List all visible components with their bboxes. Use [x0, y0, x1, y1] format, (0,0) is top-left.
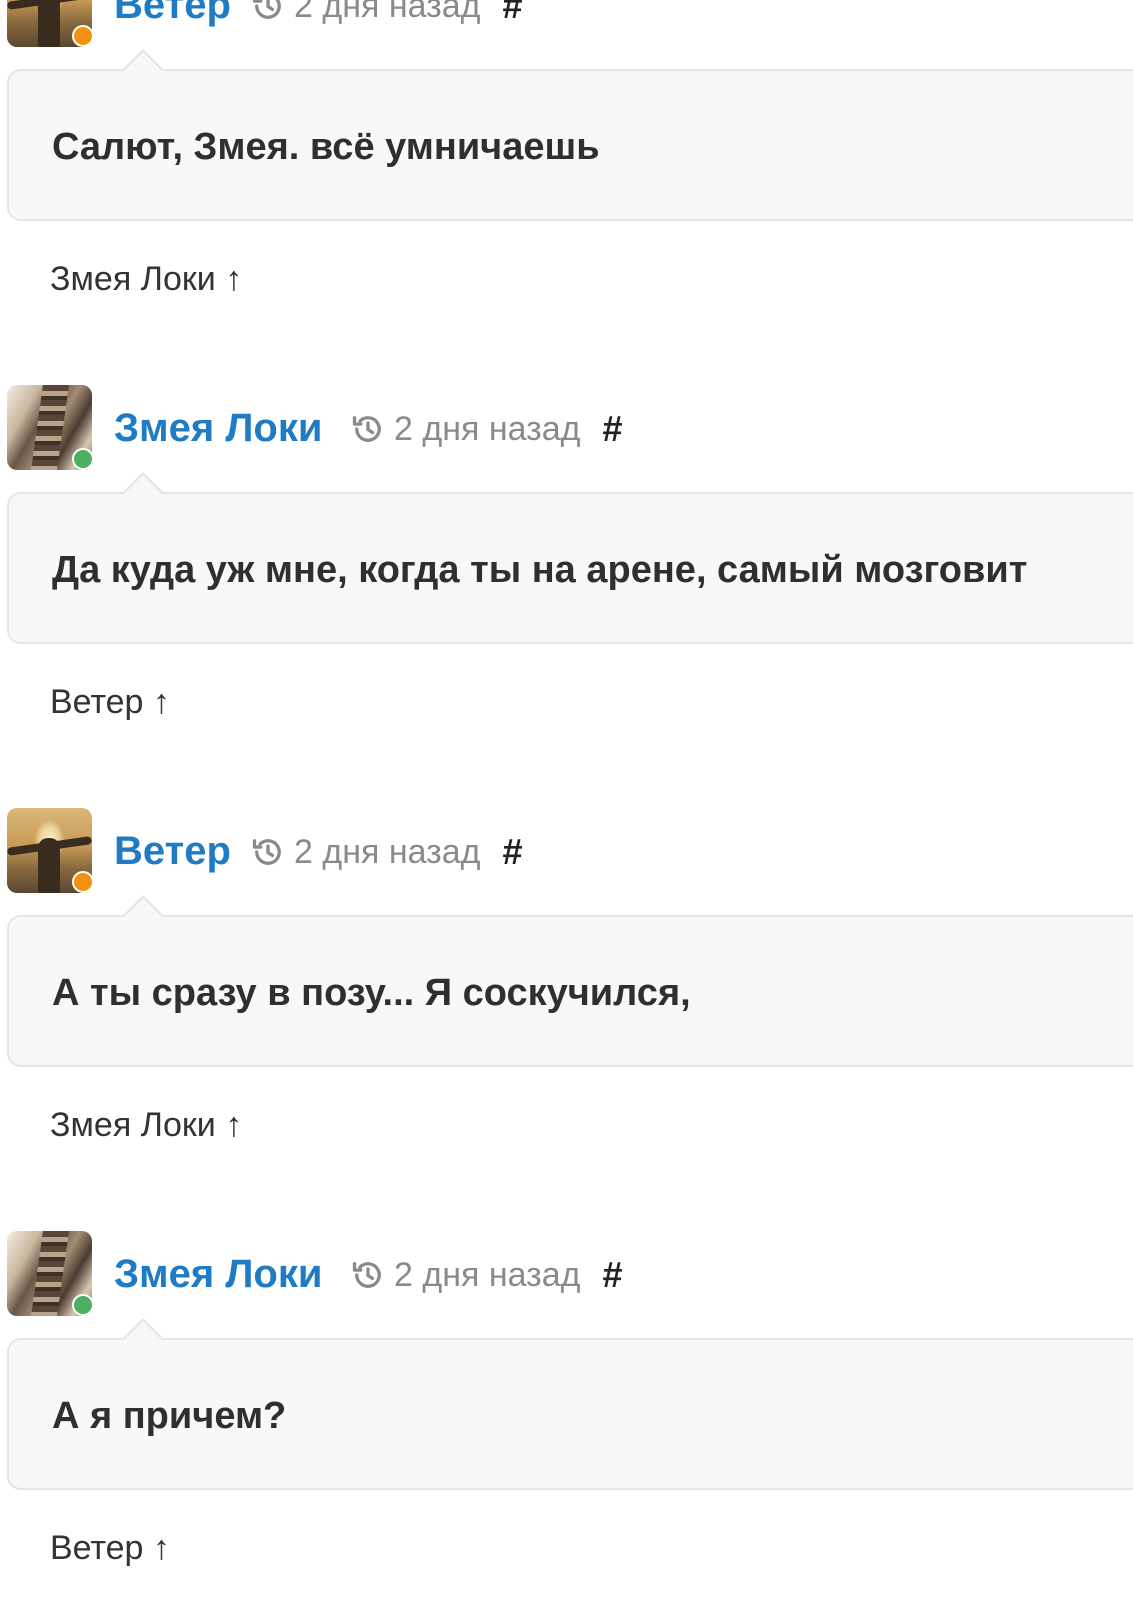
comment-text: Да куда уж мне, когда ты на арене, самый…	[52, 549, 1028, 591]
comment-header: Змея Локи 2 дня назад #	[0, 385, 1133, 471]
history-icon	[252, 0, 281, 19]
comment-time: 2 дня назад	[394, 1256, 581, 1294]
history-icon	[352, 416, 381, 442]
avatar-pattern	[31, 385, 69, 470]
permalink[interactable]: #	[602, 407, 622, 451]
reply-to-link[interactable]: Ветер ↑	[50, 1526, 170, 1570]
comment-meta: 2 дня назад #	[350, 1253, 623, 1297]
history-icon	[352, 1262, 381, 1288]
comment-meta: 2 дня назад #	[350, 407, 623, 451]
status-away-indicator	[72, 25, 94, 47]
avatar-figure	[38, 838, 60, 893]
comment-text: А ты сразу в позу... Я соскучился,	[52, 972, 691, 1014]
comment-bubble: А ты сразу в позу... Я соскучился,	[7, 895, 1133, 1067]
comment-time: 2 дня назад	[294, 0, 481, 25]
author-link[interactable]: Ветер	[114, 0, 231, 30]
bubble-tail-fill	[123, 475, 163, 495]
comment-time: 2 дня назад	[294, 833, 481, 871]
comment-bubble: Да куда уж мне, когда ты на арене, самый…	[7, 472, 1133, 644]
avatar-pattern	[31, 1231, 69, 1316]
comment-text: А я причем?	[52, 1395, 287, 1437]
reply-to-link[interactable]: Змея Локи ↑	[50, 257, 242, 301]
status-away-indicator	[72, 871, 94, 893]
bubble-tail-fill	[123, 1321, 163, 1341]
comment-time: 2 дня назад	[394, 410, 581, 448]
avatar-figure	[38, 0, 60, 47]
reply-to-link[interactable]: Змея Локи ↑	[50, 1103, 242, 1147]
comment-header: Змея Локи 2 дня назад #	[0, 1231, 1133, 1317]
author-link[interactable]: Змея Локи	[114, 1249, 322, 1299]
comment-header: Ветер 2 дня назад #	[0, 808, 1133, 894]
bubble-tail-fill	[123, 52, 163, 72]
comment-meta: 2 дня назад #	[250, 0, 523, 28]
comment-meta: 2 дня назад #	[250, 830, 523, 874]
history-icon	[252, 839, 281, 865]
permalink[interactable]: #	[502, 830, 522, 874]
comment-bubble: А я причем?	[7, 1318, 1133, 1490]
status-online-indicator	[72, 1294, 94, 1316]
permalink[interactable]: #	[602, 1253, 622, 1297]
author-link[interactable]: Ветер	[114, 826, 231, 876]
permalink[interactable]: #	[502, 0, 522, 28]
comment-header: Ветер 2 дня назад #	[0, 0, 1133, 48]
comment-bubble: Салют, Змея. всё умничаешь	[7, 49, 1133, 221]
reply-to-link[interactable]: Ветер ↑	[50, 680, 170, 724]
author-link[interactable]: Змея Локи	[114, 403, 322, 453]
comment-text: Салют, Змея. всё умничаешь	[52, 126, 600, 168]
status-online-indicator	[72, 448, 94, 470]
bubble-tail-fill	[123, 898, 163, 918]
